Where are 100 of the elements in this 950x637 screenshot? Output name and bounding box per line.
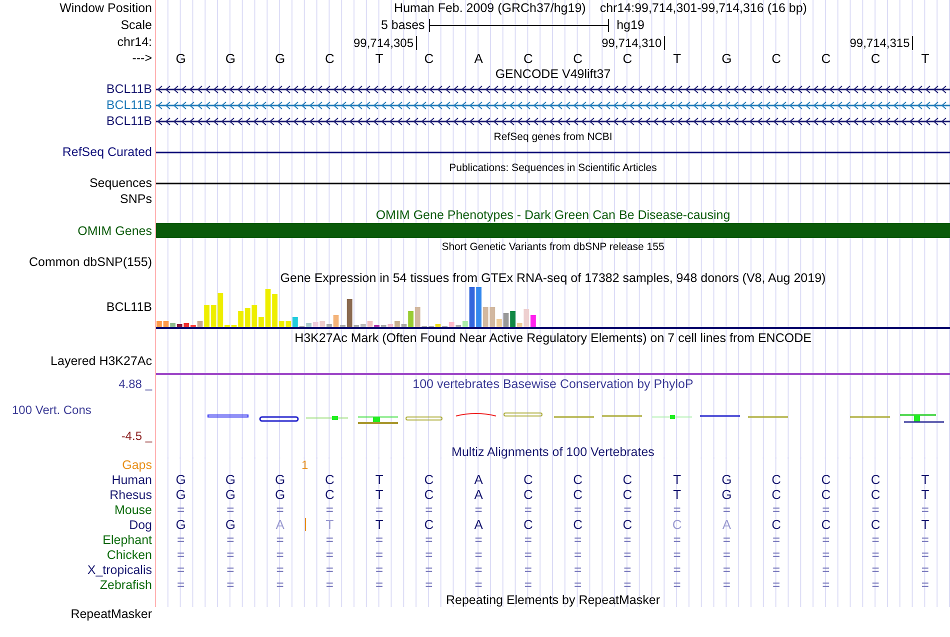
alignment-base: = (672, 547, 682, 562)
track-label: RepeatMasker (70, 607, 152, 621)
alignment-base: = (523, 532, 533, 547)
alignment-base: = (324, 562, 334, 577)
track-title: Gene Expression in 54 tissues from GTEx RNA-seq of 17382 samples, 948 donors (V8, Aug 2019) (280, 270, 826, 284)
alignment-base: T (920, 487, 930, 502)
track-label: Sequences (89, 176, 152, 190)
species-label: Rhesus (110, 488, 152, 502)
track-label: BCL11B (106, 114, 152, 128)
alignment-base: = (870, 562, 880, 577)
alignment-base: C (572, 472, 584, 487)
alignment-base: C (870, 517, 882, 532)
sequence-base: C (820, 50, 832, 66)
sequence-base: G (224, 50, 236, 66)
alignment-base: = (176, 532, 186, 547)
sequence-base: T (374, 50, 384, 66)
alignment-base: C (522, 472, 534, 487)
alignment-base: = (523, 502, 533, 517)
alignment-base: = (722, 532, 732, 547)
species-label: Chicken (106, 548, 152, 562)
alignment-base: = (424, 547, 434, 562)
alignment-base: A (274, 517, 286, 532)
alignment-base: A (473, 472, 484, 487)
alignment-base: = (474, 562, 484, 577)
row-label: Scale (120, 18, 152, 32)
alignment-base: = (722, 502, 732, 517)
alignment-base: = (226, 577, 236, 592)
coordinate-tick: 99,714,315 (850, 36, 913, 50)
alignment-base: = (772, 547, 782, 562)
track-label: BCL11B (106, 82, 152, 96)
alignment-base: C (423, 472, 435, 487)
track-title: 100 vertebrates Basewise Conservation by PhyloP (412, 377, 694, 391)
alignment-base: = (176, 547, 186, 562)
alignment-base: = (622, 502, 632, 517)
alignment-base: C (820, 487, 832, 502)
alignment-base: = (523, 577, 533, 592)
alignment-base: C (820, 472, 832, 487)
track-title: GENCODE V49lift37 (495, 66, 611, 80)
alignment-base: = (821, 502, 831, 517)
alignment-base: T (672, 487, 682, 502)
alignment-base: C (423, 487, 435, 502)
alignment-base: C (671, 517, 683, 532)
alignment-base: = (374, 562, 384, 577)
track-label: 100 Vert. Cons (11, 403, 92, 417)
alignment-base: = (275, 562, 285, 577)
alignment-base: = (424, 562, 434, 577)
alignment-base: = (226, 532, 236, 547)
sequence-base: G (274, 50, 286, 66)
row-label: chr14: (117, 35, 152, 49)
alignment-base: = (622, 532, 632, 547)
alignment-base: = (424, 502, 434, 517)
alignment-base: = (672, 502, 682, 517)
gap-count: 1 (302, 458, 308, 472)
axis-max-label: 4.88 _ (118, 377, 152, 391)
alignment-base: = (523, 547, 533, 562)
alignment-base: = (772, 577, 782, 592)
alignment-base: C (820, 517, 832, 532)
alignment-base: = (275, 547, 285, 562)
track-title: RefSeq genes from NCBI (494, 130, 612, 142)
alignment-base: = (374, 532, 384, 547)
alignment-base: = (374, 577, 384, 592)
alignment-base: C (572, 517, 584, 532)
alignment-base: = (176, 562, 186, 577)
alignment-base: C (770, 517, 782, 532)
alignment-base: G (174, 472, 187, 487)
alignment-base: = (573, 547, 583, 562)
alignment-base: = (573, 532, 583, 547)
alignment-base: = (275, 502, 285, 517)
alignment-base: = (573, 562, 583, 577)
alignment-base: = (870, 547, 880, 562)
alignment-base: C (324, 472, 336, 487)
alignment-base: = (870, 532, 880, 547)
alignment-base: = (622, 547, 632, 562)
alignment-base: = (722, 562, 732, 577)
alignment-base: C (770, 472, 782, 487)
alignment-base: C (870, 487, 882, 502)
alignment-base: = (920, 502, 930, 517)
alignment-base: = (772, 532, 782, 547)
alignment-base: = (176, 577, 186, 592)
row-label: Window Position (60, 1, 152, 15)
sequence-base: A (473, 50, 484, 66)
species-label: Human (112, 472, 152, 486)
track-label: OMIM Genes (78, 224, 152, 238)
alignment-base: = (622, 562, 632, 577)
alignment-base: = (870, 502, 880, 517)
alignment-base: = (374, 547, 384, 562)
alignment-base: = (324, 502, 334, 517)
alignment-base: = (474, 532, 484, 547)
alignment-base: C (870, 472, 882, 487)
alignment-base: T (374, 517, 384, 532)
alignment-base: = (424, 532, 434, 547)
alignment-base: G (274, 472, 286, 487)
track-label: Common dbSNP(155) (29, 255, 152, 269)
alignment-base: G (174, 517, 187, 532)
alignment-base: C (622, 487, 634, 502)
alignment-base: T (324, 517, 335, 532)
alignment-base: G (274, 487, 286, 502)
species-label: X_tropicalis (87, 562, 152, 576)
alignment-base: = (772, 502, 782, 517)
alignment-base: = (176, 502, 186, 517)
